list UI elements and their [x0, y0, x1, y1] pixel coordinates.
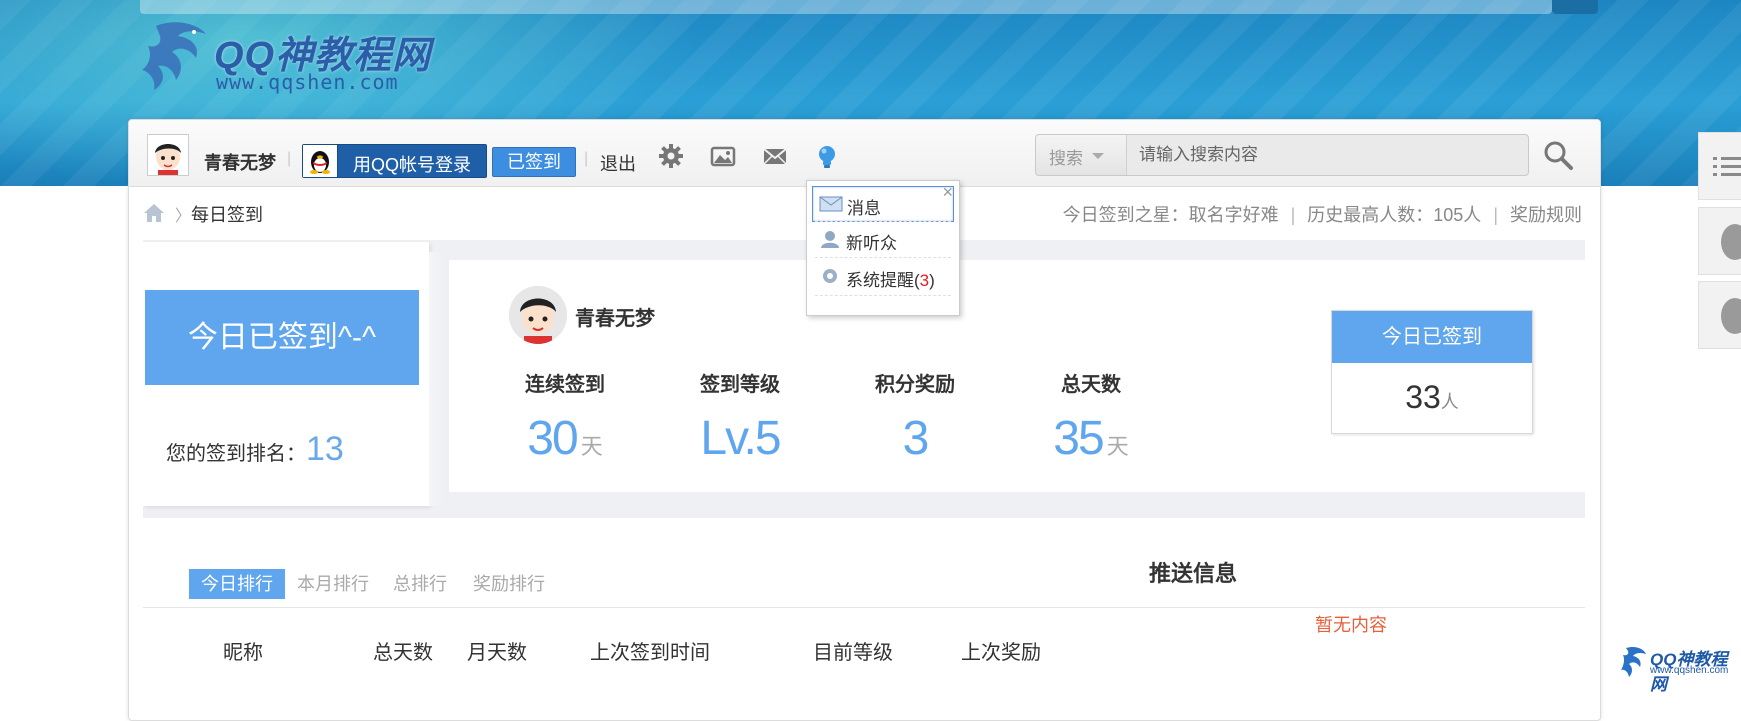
avatar-face-icon — [148, 135, 188, 175]
today-count-unit: 人 — [1440, 392, 1459, 412]
qq-login-button[interactable]: 用QQ帐号登录 — [302, 144, 487, 178]
avatar-face-icon — [509, 286, 567, 344]
info-separator: | — [1493, 205, 1498, 225]
logo-url: www.qqshen.com — [216, 70, 399, 94]
stat-label: 连续签到 — [525, 374, 605, 396]
stat-label: 签到等级 — [700, 374, 780, 396]
qq-penguin-icon — [303, 145, 338, 177]
search-bar: 搜索 — [1035, 134, 1529, 176]
popup-divider — [815, 257, 951, 258]
rank-label: 您的签到排名： — [166, 443, 306, 465]
stat-value: 35 — [1053, 412, 1104, 465]
bottom-logo-url: www.qqshen.com — [1650, 665, 1729, 676]
alert-count: 3 — [919, 271, 930, 290]
search-type-dropdown[interactable]: 搜索 — [1036, 135, 1127, 175]
user-avatar-large[interactable] — [509, 286, 567, 344]
qq-login-label: 用QQ帐号登录 — [353, 155, 472, 175]
table-header-last-sign-time: 上次签到时间 — [590, 642, 710, 664]
popup-item-system-alerts[interactable]: 系统提醒(3) — [812, 259, 952, 293]
rank-value: 13 — [306, 430, 344, 468]
stat-total-days: 总天数 35 天 — [1021, 368, 1161, 466]
search-type-label: 搜索 — [1049, 149, 1083, 168]
image-icon[interactable] — [709, 142, 737, 170]
settings-cog-icon — [823, 269, 837, 283]
side-qq-button[interactable] — [1698, 207, 1741, 275]
dragon-logo-icon — [1621, 646, 1646, 677]
mail-icon[interactable] — [761, 142, 789, 170]
qq-penguin-icon — [1721, 224, 1741, 260]
star-name[interactable]: 取名字好难 — [1189, 205, 1279, 225]
stat-points: 积分奖励 3 — [845, 368, 985, 466]
envelope-icon — [819, 196, 843, 212]
table-header-level: 目前等级 — [813, 642, 893, 664]
stat-unit: 天 — [580, 434, 603, 459]
stats-username: 青春无梦 — [575, 308, 655, 330]
signed-badge-button[interactable]: 已签到 — [492, 147, 576, 177]
bottom-logo[interactable]: QQ神教程网 www.qqshen.com — [1618, 645, 1738, 694]
notification-bulb-icon[interactable] — [813, 142, 841, 170]
info-separator: | — [1290, 205, 1296, 225]
stat-label: 总天数 — [1061, 374, 1121, 396]
tabs-divider — [143, 607, 1585, 608]
table-header-month-days: 月天数 — [467, 642, 527, 664]
stat-value: Lv.5 — [700, 412, 781, 465]
top-strip-button[interactable] — [1552, 0, 1598, 14]
max-value: 105人 — [1433, 205, 1482, 225]
breadcrumb-arrow: 〉 — [175, 208, 192, 225]
search-icon[interactable] — [1541, 138, 1575, 172]
side-qq-button[interactable] — [1698, 281, 1741, 349]
nav-separator: | — [584, 150, 589, 167]
stat-streak: 连续签到 30 天 — [495, 368, 635, 466]
stat-level: 签到等级 Lv.5 — [670, 368, 810, 466]
table-header-nickname: 昵称 — [223, 642, 263, 664]
gear-icon[interactable] — [657, 142, 685, 170]
popup-item-label: 消息 — [847, 199, 881, 218]
stat-unit: 天 — [1106, 434, 1129, 459]
popup-item-label: 系统提醒( — [846, 271, 920, 290]
nav-separator: | — [287, 150, 292, 167]
stat-value: 3 — [902, 412, 930, 465]
site-logo[interactable]: QQ神教程网 www.qqshen.com — [136, 18, 436, 94]
sign-top-info: 今日签到之星：取名字好难 | 历史最高人数：105人 | 奖励规则 — [1063, 201, 1582, 227]
tab-total[interactable]: 总排行 — [393, 569, 447, 599]
my-rank: 您的签到排名：13 — [166, 430, 344, 469]
nav-username[interactable]: 青春无梦 — [204, 149, 276, 175]
popup-item-label: 新听众 — [846, 234, 897, 253]
push-empty-text: 暂无内容 — [1315, 615, 1387, 635]
tab-today[interactable]: 今日排行 — [189, 569, 285, 599]
tab-month[interactable]: 本月排行 — [297, 569, 369, 599]
qq-penguin-icon — [1721, 298, 1741, 334]
table-header-total-days: 总天数 — [373, 642, 433, 664]
tab-reward[interactable]: 奖励排行 — [473, 569, 545, 599]
top-nav: 青春无梦 | 用QQ帐号登录 已签到 | 退出 搜索 请输入搜索内容 — [129, 120, 1600, 187]
table-header-last-reward: 上次奖励 — [961, 642, 1041, 664]
home-icon[interactable] — [143, 203, 165, 223]
popup-item-messages[interactable]: 消息 — [812, 186, 954, 222]
popup-item-suffix: ) — [929, 271, 935, 290]
notification-popup: × 消息 新听众 系统提醒(3) — [806, 180, 960, 316]
star-label: 今日签到之星： — [1062, 205, 1189, 225]
side-menu-button[interactable] — [1698, 132, 1741, 200]
logout-link[interactable]: 退出 — [600, 150, 636, 176]
today-count-header: 今日已签到 — [1332, 311, 1532, 363]
breadcrumb-current: 每日签到 — [191, 205, 263, 225]
list-icon — [1713, 157, 1741, 176]
top-strip — [140, 0, 1552, 14]
today-signed-button[interactable]: 今日已签到^-^ — [145, 290, 419, 385]
user-icon — [821, 231, 839, 248]
today-count-card: 今日已签到 33人 — [1331, 310, 1533, 434]
today-count-value: 33 — [1405, 379, 1441, 415]
dragon-logo-icon — [142, 22, 206, 91]
stat-value: 30 — [527, 412, 578, 465]
popup-divider — [815, 295, 951, 296]
push-title: 推送信息 — [1149, 561, 1238, 586]
user-avatar[interactable] — [147, 134, 189, 176]
stat-label: 积分奖励 — [875, 374, 955, 396]
max-label: 历史最高人数： — [1307, 205, 1434, 225]
search-input[interactable] — [1127, 135, 1527, 175]
popup-item-new-listeners[interactable]: 新听众 — [812, 222, 952, 256]
chevron-down-icon — [1092, 153, 1104, 159]
rules-link[interactable]: 奖励规则 — [1510, 205, 1582, 225]
